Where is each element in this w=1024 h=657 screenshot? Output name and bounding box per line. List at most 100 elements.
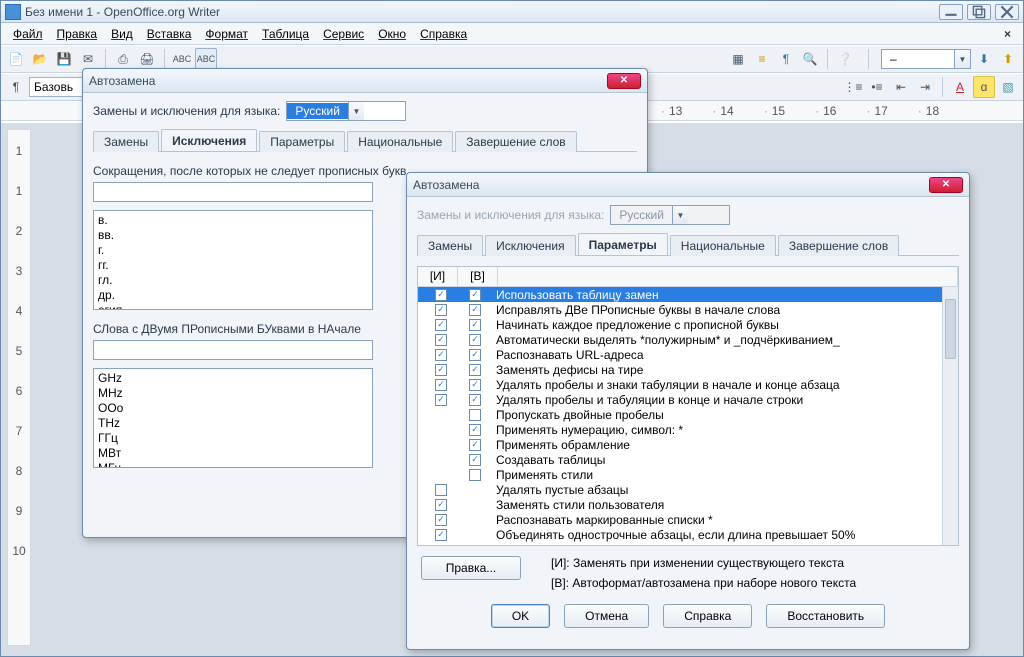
menu-file[interactable]: Файл — [7, 25, 49, 43]
abbrev-listbox[interactable]: в. вв. г. гг. гл. др. егип. — [93, 210, 373, 310]
highlight-button[interactable]: ɑ — [973, 76, 995, 98]
option-checkbox[interactable] — [435, 319, 447, 331]
tab-options[interactable]: Параметры — [259, 131, 345, 152]
data-sources-button[interactable]: ≡ — [751, 48, 773, 70]
help-button[interactable]: Справка — [663, 604, 752, 628]
print-button[interactable]: 🖨 — [136, 48, 158, 70]
close-app-button[interactable] — [995, 4, 1019, 20]
list-item[interactable]: г. — [98, 243, 368, 258]
options-scrollbar[interactable] — [942, 287, 958, 545]
minimize-button[interactable] — [939, 4, 963, 20]
option-row[interactable]: Начинать каждое предложение с прописной … — [418, 317, 942, 332]
menu-format[interactable]: Формат — [199, 25, 254, 43]
option-row[interactable]: Распознавать маркированные списки * — [418, 512, 942, 527]
increase-indent-button[interactable]: ⇥ — [914, 76, 936, 98]
option-row[interactable]: Использовать таблицу замен — [418, 287, 942, 302]
reset-button[interactable]: Восстановить — [766, 604, 885, 628]
option-checkbox[interactable] — [469, 409, 481, 421]
option-row[interactable]: Распознавать URL-адреса — [418, 347, 942, 362]
autocheck-button[interactable]: ABC — [195, 48, 217, 70]
option-row[interactable]: Заменять дефисы на тире — [418, 362, 942, 377]
close-document-button[interactable]: × — [998, 27, 1017, 41]
tab-options[interactable]: Параметры — [578, 233, 668, 255]
ok-button[interactable]: OK — [491, 604, 550, 628]
dialog-titlebar[interactable]: Автозамена ✕ — [407, 173, 969, 197]
menu-insert[interactable]: Вставка — [141, 25, 198, 43]
twocaps-input[interactable] — [93, 340, 373, 360]
edit-button[interactable]: Правка... — [421, 556, 521, 580]
list-item[interactable]: гл. — [98, 273, 368, 288]
option-checkbox[interactable] — [435, 529, 447, 541]
menu-tools[interactable]: Сервис — [317, 25, 370, 43]
list-item[interactable]: ГГц — [98, 431, 368, 446]
menu-help[interactable]: Справка — [414, 25, 473, 43]
option-checkbox[interactable] — [435, 484, 447, 496]
zoom-button[interactable]: 🔍 — [799, 48, 821, 70]
cancel-button[interactable]: Отмена — [564, 604, 649, 628]
language-combo[interactable]: Русский ▼ — [286, 101, 406, 121]
option-row[interactable]: Автоматически выделять *полужирным* и _п… — [418, 332, 942, 347]
menu-table[interactable]: Таблица — [256, 25, 315, 43]
option-row[interactable]: Применять стили — [418, 467, 942, 482]
styles-button[interactable]: ¶ — [5, 76, 27, 98]
option-row[interactable]: Исправлять ДВе ПРописные буквы в начале … — [418, 302, 942, 317]
pdf-button[interactable]: ⎙ — [112, 48, 134, 70]
option-row[interactable]: Применять обрамление — [418, 437, 942, 452]
option-checkbox[interactable] — [435, 304, 447, 316]
save-button[interactable]: 💾 — [53, 48, 75, 70]
option-row[interactable]: Удалять пробелы и знаки табуляции в нача… — [418, 377, 942, 392]
option-checkbox[interactable] — [435, 379, 447, 391]
maximize-button[interactable] — [967, 4, 991, 20]
option-checkbox[interactable] — [435, 349, 447, 361]
list-item[interactable]: МВт — [98, 446, 368, 461]
list-item[interactable]: в. — [98, 213, 368, 228]
option-checkbox[interactable] — [435, 289, 447, 301]
help-button[interactable]: ❔ — [834, 48, 856, 70]
dialog-close-button[interactable]: ✕ — [607, 73, 641, 89]
menu-view[interactable]: Вид — [105, 25, 139, 43]
promote-button[interactable]: ⬆ — [997, 48, 1019, 70]
option-row[interactable]: Применять нумерацию, символ: * — [418, 422, 942, 437]
new-button[interactable]: 📄 — [5, 48, 27, 70]
option-checkbox[interactable] — [469, 394, 481, 406]
menu-window[interactable]: Окно — [372, 25, 412, 43]
bullet-list-button[interactable]: •≡ — [866, 76, 888, 98]
option-checkbox[interactable] — [469, 349, 481, 361]
option-checkbox[interactable] — [435, 514, 447, 526]
option-row[interactable]: Заменять стили пользователя — [418, 497, 942, 512]
option-checkbox[interactable] — [435, 499, 447, 511]
list-item[interactable]: др. — [98, 288, 368, 303]
dialog-close-button[interactable]: ✕ — [929, 177, 963, 193]
option-checkbox[interactable] — [469, 364, 481, 376]
bg-color-button[interactable]: ▧ — [997, 76, 1019, 98]
tab-replacements[interactable]: Замены — [417, 235, 483, 256]
option-checkbox[interactable] — [469, 439, 481, 451]
option-row[interactable]: Пропускать двойные пробелы — [418, 407, 942, 422]
tab-localized[interactable]: Национальные — [347, 131, 453, 152]
table-insert-button[interactable]: ▦ — [727, 48, 749, 70]
option-checkbox[interactable] — [435, 334, 447, 346]
abbrev-input[interactable] — [93, 182, 373, 202]
list-item[interactable]: вв. — [98, 228, 368, 243]
option-row[interactable]: Удалять пустые абзацы — [418, 482, 942, 497]
tab-exceptions[interactable]: Исключения — [161, 129, 257, 151]
twocaps-listbox[interactable]: GHz MHz OOo THz ГГц МВт МГц — [93, 368, 373, 468]
list-item[interactable]: егип. — [98, 303, 368, 310]
list-item[interactable]: GHz — [98, 371, 368, 386]
option-checkbox[interactable] — [469, 334, 481, 346]
option-checkbox[interactable] — [469, 304, 481, 316]
open-button[interactable]: 📂 — [29, 48, 51, 70]
decrease-indent-button[interactable]: ⇤ — [890, 76, 912, 98]
font-color-button[interactable]: A — [949, 76, 971, 98]
option-checkbox[interactable] — [435, 394, 447, 406]
list-item[interactable]: OOo — [98, 401, 368, 416]
dialog-titlebar[interactable]: Автозамена ✕ — [83, 69, 647, 93]
spellcheck-button[interactable]: ABC — [171, 48, 193, 70]
line-style-combo[interactable]: – ▼ — [881, 49, 971, 69]
list-item[interactable]: THz — [98, 416, 368, 431]
tab-word-completion[interactable]: Завершение слов — [778, 235, 899, 256]
tab-localized[interactable]: Национальные — [670, 235, 776, 256]
option-checkbox[interactable] — [435, 364, 447, 376]
option-row[interactable]: Удалять пробелы и табуляции в конце и на… — [418, 392, 942, 407]
list-item[interactable]: гг. — [98, 258, 368, 273]
